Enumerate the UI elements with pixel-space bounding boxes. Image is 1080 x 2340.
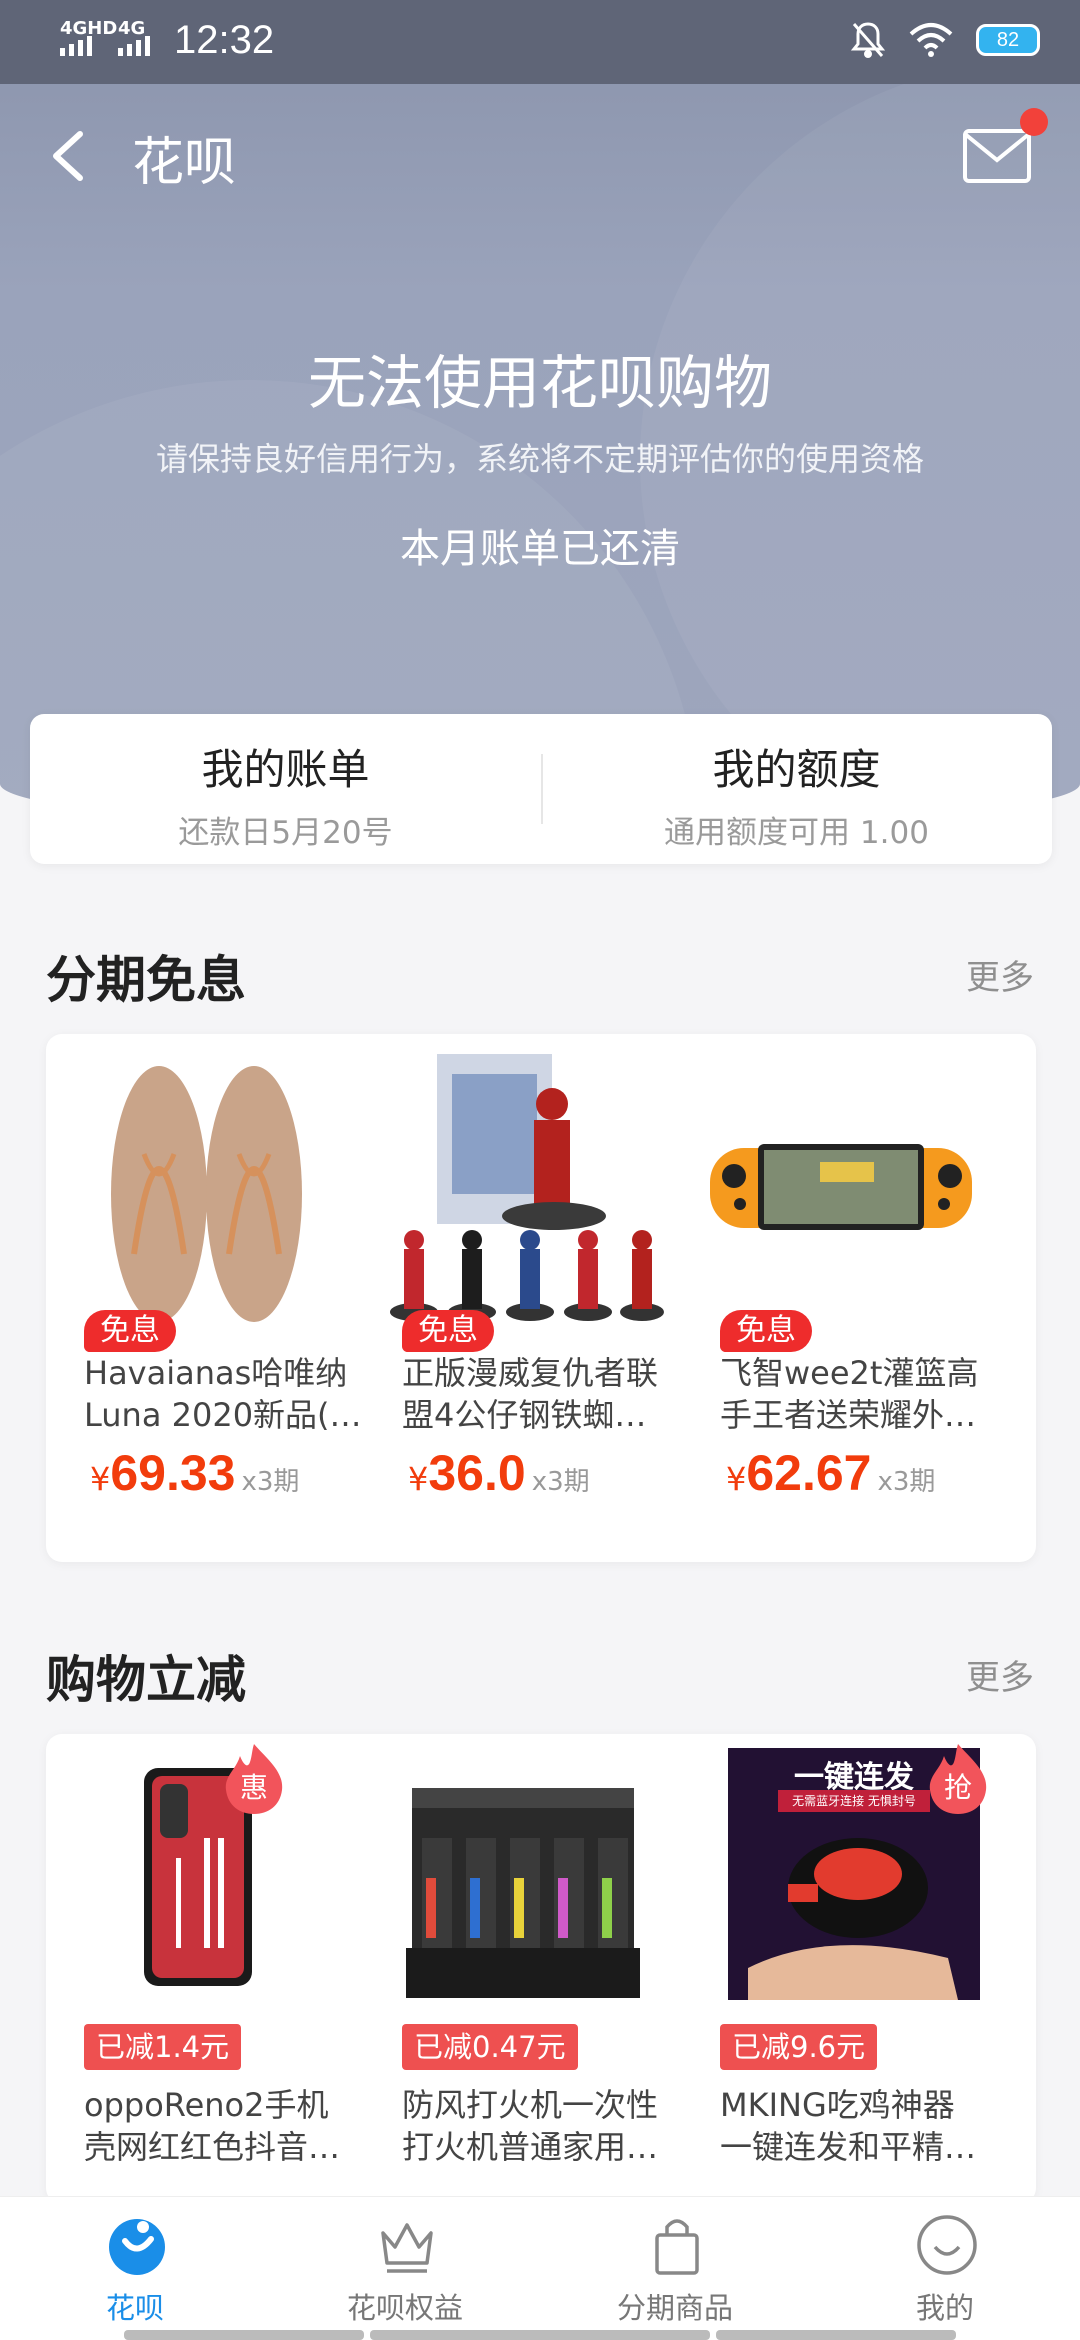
notification-dot (1020, 108, 1048, 136)
discount-tag-icon: 惠 (222, 1742, 286, 1816)
product-item[interactable]: 免息 飞智wee2t灌篮高 手王者送荣耀外… ¥ 62.67 x3期 (682, 1034, 1000, 1562)
product-price: ¥ 69.33 x3期 (90, 1445, 300, 1501)
product-name-line2: 打火机普通家用… (402, 2128, 659, 2166)
mute-bell-icon (850, 22, 886, 58)
crown-icon (381, 2223, 433, 2273)
product-name-line1: 防风打火机一次性 (402, 2086, 659, 2124)
discount-more-link[interactable]: 更多 (966, 1650, 1034, 1699)
installment-section-title: 分期免息 (46, 951, 246, 1009)
nav-bar: 花呗 (0, 100, 1080, 210)
gesture-bar (370, 2330, 710, 2340)
tab-label: 我的 (915, 2291, 974, 2325)
mail-icon[interactable] (962, 128, 1032, 184)
reduced-amount-tag: 已减1.4元 (84, 2024, 242, 2070)
phone-case-image (144, 1768, 252, 1986)
reduced-amount-tag: 已减9.6元 (720, 2024, 878, 2070)
tab-huabei[interactable]: 花呗 (0, 2197, 270, 2340)
my-bill-title: 我的账单 (201, 745, 370, 794)
hero-title: 无法使用花呗购物 (307, 349, 772, 417)
product-price: ¥ 62.67 x3期 (726, 1445, 936, 1501)
huabei-logo-icon (109, 2219, 165, 2275)
interest-free-badge: 免息 (84, 1310, 176, 1352)
repay-date: 还款日5月20号 (178, 815, 393, 851)
my-limit-title: 我的额度 (712, 745, 881, 794)
interest-free-badge: 免息 (402, 1310, 494, 1352)
discount-tag-icon: 抢 (926, 1742, 990, 1816)
installment-product-card: 免息 Havaianas哈唯纳 Luna 2020新品(… ¥ 69.33 x3… (46, 1034, 1036, 1562)
tab-mine[interactable]: 我的 (810, 2197, 1080, 2340)
installment-more-link[interactable]: 更多 (966, 950, 1034, 999)
back-arrow-icon[interactable] (44, 126, 94, 186)
product-name-line2: 壳网红红色抖音… (84, 2128, 341, 2166)
product-name-line1: MKING吃鸡神器 (720, 2086, 955, 2124)
clock: 12:32 (174, 18, 275, 62)
product-name-line2: 手王者送荣耀外… (720, 1396, 977, 1434)
product-name-line1: 飞智wee2t灌篮高 (720, 1354, 979, 1392)
product-name-line1: oppoReno2手机 (84, 2086, 329, 2124)
tab-label: 花呗 (105, 2291, 164, 2325)
product-item[interactable]: 已减0.47元 防风打火机一次性 打火机普通家用… (364, 1734, 682, 2204)
interest-free-badge: 免息 (720, 1310, 812, 1352)
available-limit: 通用额度可用 1.00 (664, 815, 929, 851)
product-name-line2: 盟4公仔钢铁蜘… (402, 1396, 647, 1434)
signal-icon (60, 36, 92, 56)
account-card: 我的账单 还款日5月20号 我的额度 通用额度可用 1.00 (30, 714, 1052, 864)
image-subline: 无需蓝牙连接 无惧封号 (778, 1790, 930, 1812)
battery-indicator: 82 (976, 24, 1040, 56)
product-item[interactable]: 免息 Havaianas哈唯纳 Luna 2020新品(… ¥ 69.33 x3… (46, 1034, 364, 1562)
product-item[interactable]: 免息 正版漫威复仇者联 盟4公仔钢铁蜘… ¥ 36.0 x3期 (364, 1034, 682, 1562)
tab-installment-goods[interactable]: 分期商品 (540, 2197, 810, 2340)
product-name-line1: Havaianas哈唯纳 (84, 1354, 348, 1392)
product-name-line2: 一键连发和平精… (720, 2128, 977, 2166)
product-name-line1: 正版漫威复仇者联 (402, 1354, 659, 1392)
bottom-tab-bar: 花呗 花呗权益 分期商品 我的 (0, 2196, 1080, 2340)
sandals-image (111, 1066, 302, 1322)
wifi-icon (909, 23, 953, 57)
product-item[interactable]: 惠 已减1.4元 oppoReno2手机 壳网红红色抖音… (46, 1734, 364, 2204)
game-controller-image (710, 1144, 972, 1230)
discount-product-card: 惠 已减1.4元 oppoReno2手机 壳网红红色抖音… 已减0.47元 防风… (46, 1734, 1036, 2204)
reduced-amount-tag: 已减0.47元 (402, 2024, 578, 2070)
signal-icon-2 (118, 36, 150, 56)
lighters-image (406, 1788, 640, 1998)
product-item[interactable]: 一键连发 无需蓝牙连接 无惧封号 抢 已减9.6元 MKING吃鸡神器 一键连发… (682, 1734, 1000, 2204)
shopping-bag-icon (655, 2219, 699, 2275)
status-bar: 4GHD 4G 12:32 82 (0, 0, 1080, 84)
gesture-bar (716, 2330, 956, 2340)
my-bill-button[interactable]: 我的账单 还款日5月20号 (30, 714, 541, 864)
product-price: ¥ 36.0 x3期 (408, 1445, 590, 1501)
discount-section-title: 购物立减 (46, 1651, 246, 1709)
tab-label: 分期商品 (616, 2291, 733, 2325)
hero-subtitle: 请保持良好信用行为，系统将不定期评估你的使用资格 (155, 440, 924, 478)
bill-status: 本月账单已还清 (400, 526, 680, 572)
page-title: 花呗 (132, 133, 237, 193)
gesture-bar (124, 2330, 364, 2340)
tab-label: 花呗权益 (346, 2291, 463, 2325)
tab-benefits[interactable]: 花呗权益 (270, 2197, 540, 2340)
action-figures-image (390, 1054, 664, 1321)
product-name-line2: Luna 2020新品(… (84, 1396, 362, 1434)
my-limit-button[interactable]: 我的额度 通用额度可用 1.00 (541, 714, 1052, 864)
smile-icon (917, 2215, 977, 2275)
